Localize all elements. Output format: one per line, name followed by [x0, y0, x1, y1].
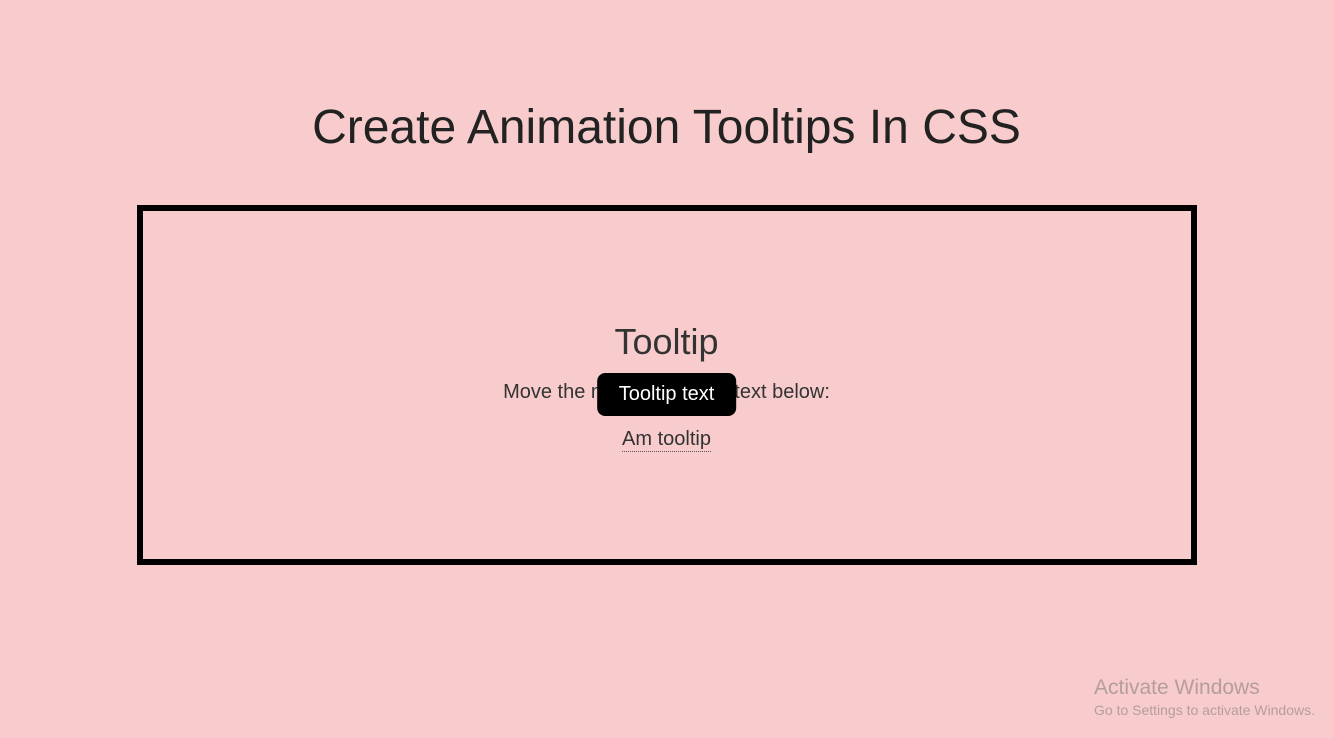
watermark-title: Activate Windows	[1094, 676, 1315, 700]
instruction-wrapper: Move the mouse over the text below: Tool…	[503, 381, 830, 428]
tooltip-trigger[interactable]: Am tooltip	[622, 428, 711, 452]
demo-container: Tooltip Move the mouse over the text bel…	[137, 205, 1197, 565]
page-title: Create Animation Tooltips In CSS	[0, 100, 1333, 155]
windows-watermark: Activate Windows Go to Settings to activ…	[1094, 676, 1315, 718]
tooltip-heading: Tooltip	[143, 321, 1191, 363]
tooltip-popup: Tooltip text	[597, 373, 737, 416]
watermark-subtitle: Go to Settings to activate Windows.	[1094, 702, 1315, 718]
